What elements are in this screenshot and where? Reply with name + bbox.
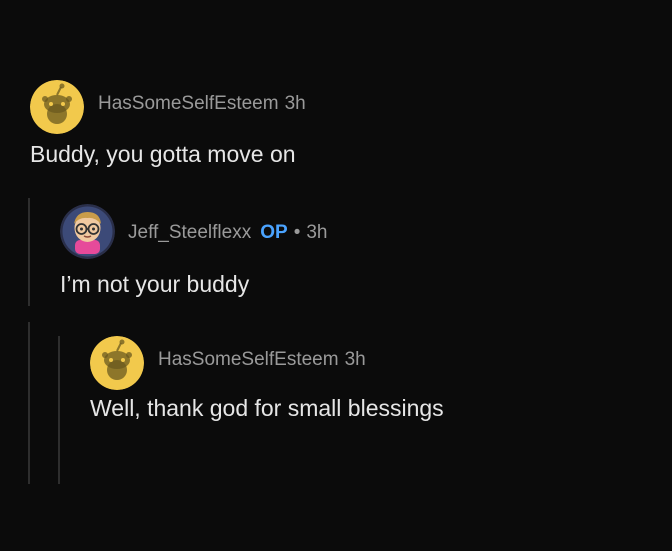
comment-body: I’m not your buddy <box>60 271 250 297</box>
timestamp: 3h <box>344 349 366 370</box>
snoo-avatar-icon <box>30 80 84 134</box>
username[interactable]: HasSomeSelfEsteem <box>158 349 339 371</box>
snoo-avatar-icon <box>90 336 144 390</box>
user-avatar[interactable] <box>30 80 84 134</box>
thread-line-reply-1[interactable] <box>28 198 30 306</box>
timestamp: 3h <box>284 93 306 114</box>
username[interactable]: HasSomeSelfEsteem <box>98 93 279 115</box>
user-avatar[interactable] <box>90 336 144 390</box>
separator-dot: • <box>293 222 301 243</box>
op-badge: OP <box>260 222 288 243</box>
timestamp: 3h <box>306 222 328 243</box>
thread-line-level-2[interactable] <box>58 336 60 484</box>
comment-body: Buddy, you gotta move on <box>30 141 296 167</box>
user-avatar[interactable] <box>60 204 115 259</box>
comment-body: Well, thank god for small blessings <box>90 395 444 421</box>
custom-avatar-icon <box>60 204 115 259</box>
username[interactable]: Jeff_Steelflexx <box>128 222 251 244</box>
thread-line-level-1[interactable] <box>28 322 30 484</box>
